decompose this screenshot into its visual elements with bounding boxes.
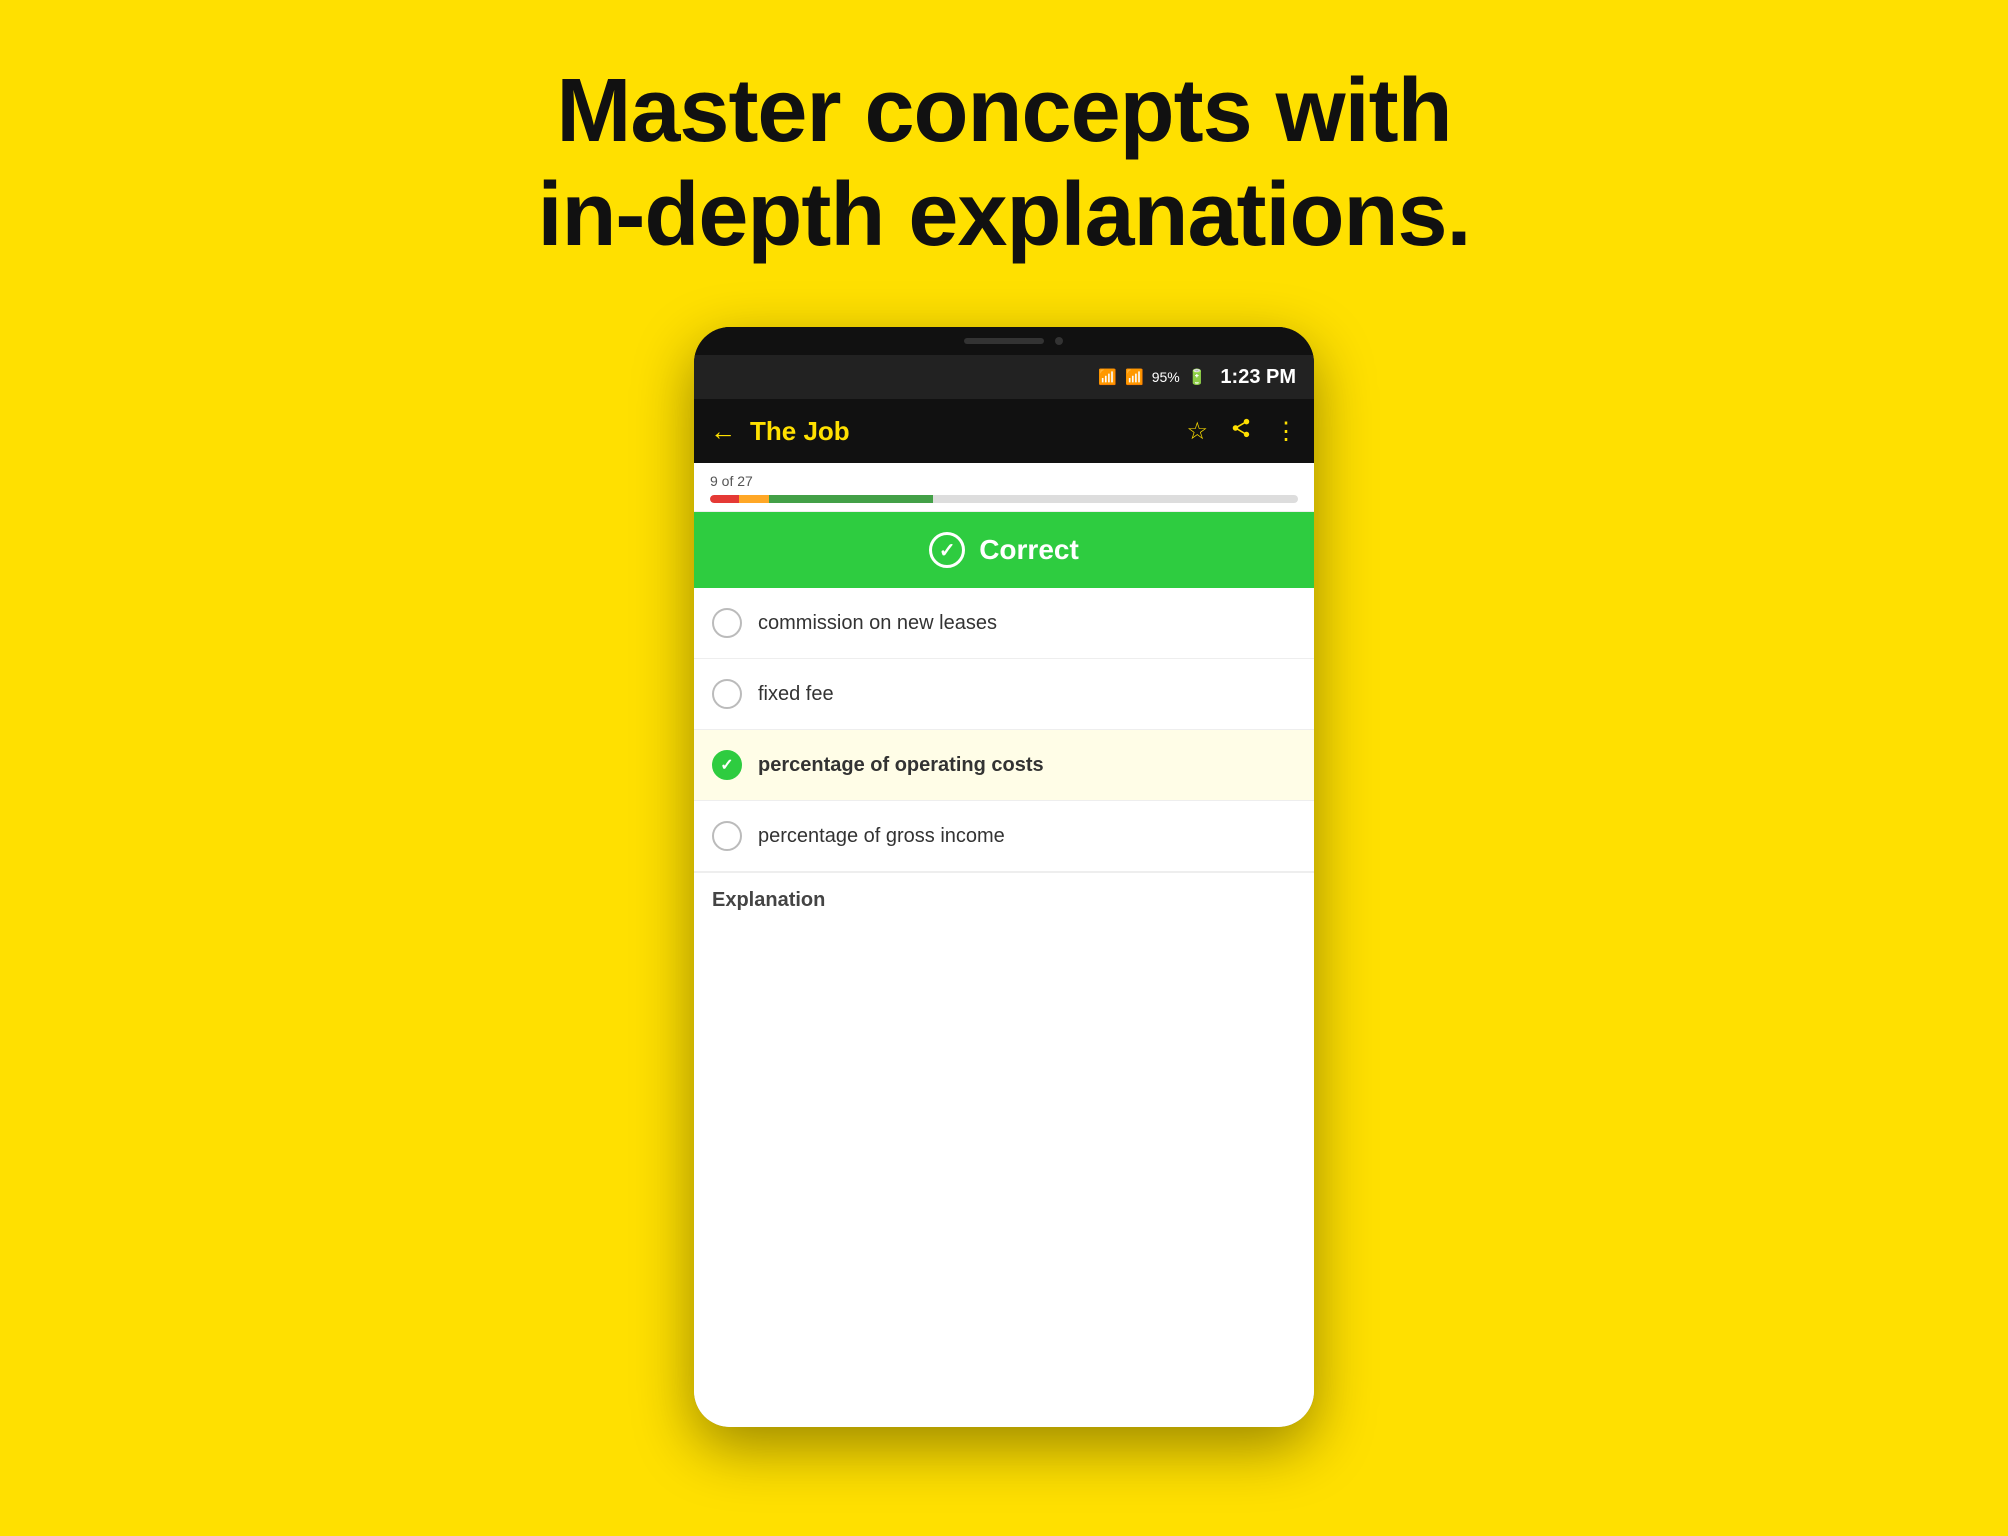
radio-option-3[interactable]	[712, 750, 742, 780]
progress-label: 9 of 27	[710, 473, 1298, 489]
headline-line1: Master concepts with	[556, 61, 1451, 161]
front-camera	[1055, 337, 1063, 345]
speaker-grille	[964, 338, 1044, 344]
back-button[interactable]: ←	[710, 416, 736, 447]
headline-line2: in-depth explanations.	[537, 165, 1470, 265]
device-mockup: 📶 📶 95% 🔋 1:23 PM ← The Job ☆ ⋮	[694, 327, 1314, 1427]
headline: Master concepts with in-depth explanatio…	[537, 60, 1470, 267]
share-icon[interactable]	[1230, 417, 1252, 445]
progress-area: 9 of 27	[694, 463, 1314, 512]
more-options-icon[interactable]: ⋮	[1274, 417, 1298, 446]
status-icons: 📶 📶 95% 🔋 1:23 PM	[1098, 366, 1296, 389]
option-text-2: fixed fee	[758, 683, 834, 706]
wifi-icon: 📶	[1098, 368, 1117, 386]
app-bar: ← The Job ☆ ⋮	[694, 399, 1314, 463]
status-time: 1:23 PM	[1220, 366, 1296, 389]
battery-icon: 🔋	[1188, 368, 1207, 386]
option-item-1[interactable]: commission on new leases	[694, 588, 1314, 659]
option-text-3: percentage of operating costs	[758, 754, 1044, 777]
app-bar-actions: ☆ ⋮	[1186, 417, 1298, 446]
screen-content: 9 of 27 ✓ Correct commission on new leas…	[694, 463, 1314, 1427]
correct-check-icon: ✓	[929, 532, 965, 568]
options-list: commission on new leases fixed fee perce…	[694, 588, 1314, 1427]
radio-option-2[interactable]	[712, 679, 742, 709]
option-item-3[interactable]: percentage of operating costs	[694, 730, 1314, 801]
progress-track	[710, 495, 1298, 503]
progress-green-segment	[769, 495, 934, 503]
option-text-4: percentage of gross income	[758, 825, 1005, 848]
radio-option-1[interactable]	[712, 608, 742, 638]
app-title: The Job	[750, 416, 1172, 447]
option-item-4[interactable]: percentage of gross income	[694, 801, 1314, 872]
radio-option-4[interactable]	[712, 821, 742, 851]
option-text-1: commission on new leases	[758, 612, 997, 635]
device-top-bar	[694, 327, 1314, 355]
star-icon[interactable]: ☆	[1186, 417, 1208, 446]
status-bar: 📶 📶 95% 🔋 1:23 PM	[694, 355, 1314, 399]
correct-banner: ✓ Correct	[694, 512, 1314, 588]
correct-label: Correct	[979, 534, 1079, 566]
progress-orange-segment	[739, 495, 768, 503]
option-item-2[interactable]: fixed fee	[694, 659, 1314, 730]
battery-percentage: 95%	[1152, 369, 1180, 385]
progress-red-segment	[710, 495, 739, 503]
tablet-shell: 📶 📶 95% 🔋 1:23 PM ← The Job ☆ ⋮	[694, 327, 1314, 1427]
explanation-area: Explanation	[694, 872, 1314, 912]
signal-icon: 📶	[1125, 368, 1144, 386]
explanation-label: Explanation	[712, 889, 825, 911]
